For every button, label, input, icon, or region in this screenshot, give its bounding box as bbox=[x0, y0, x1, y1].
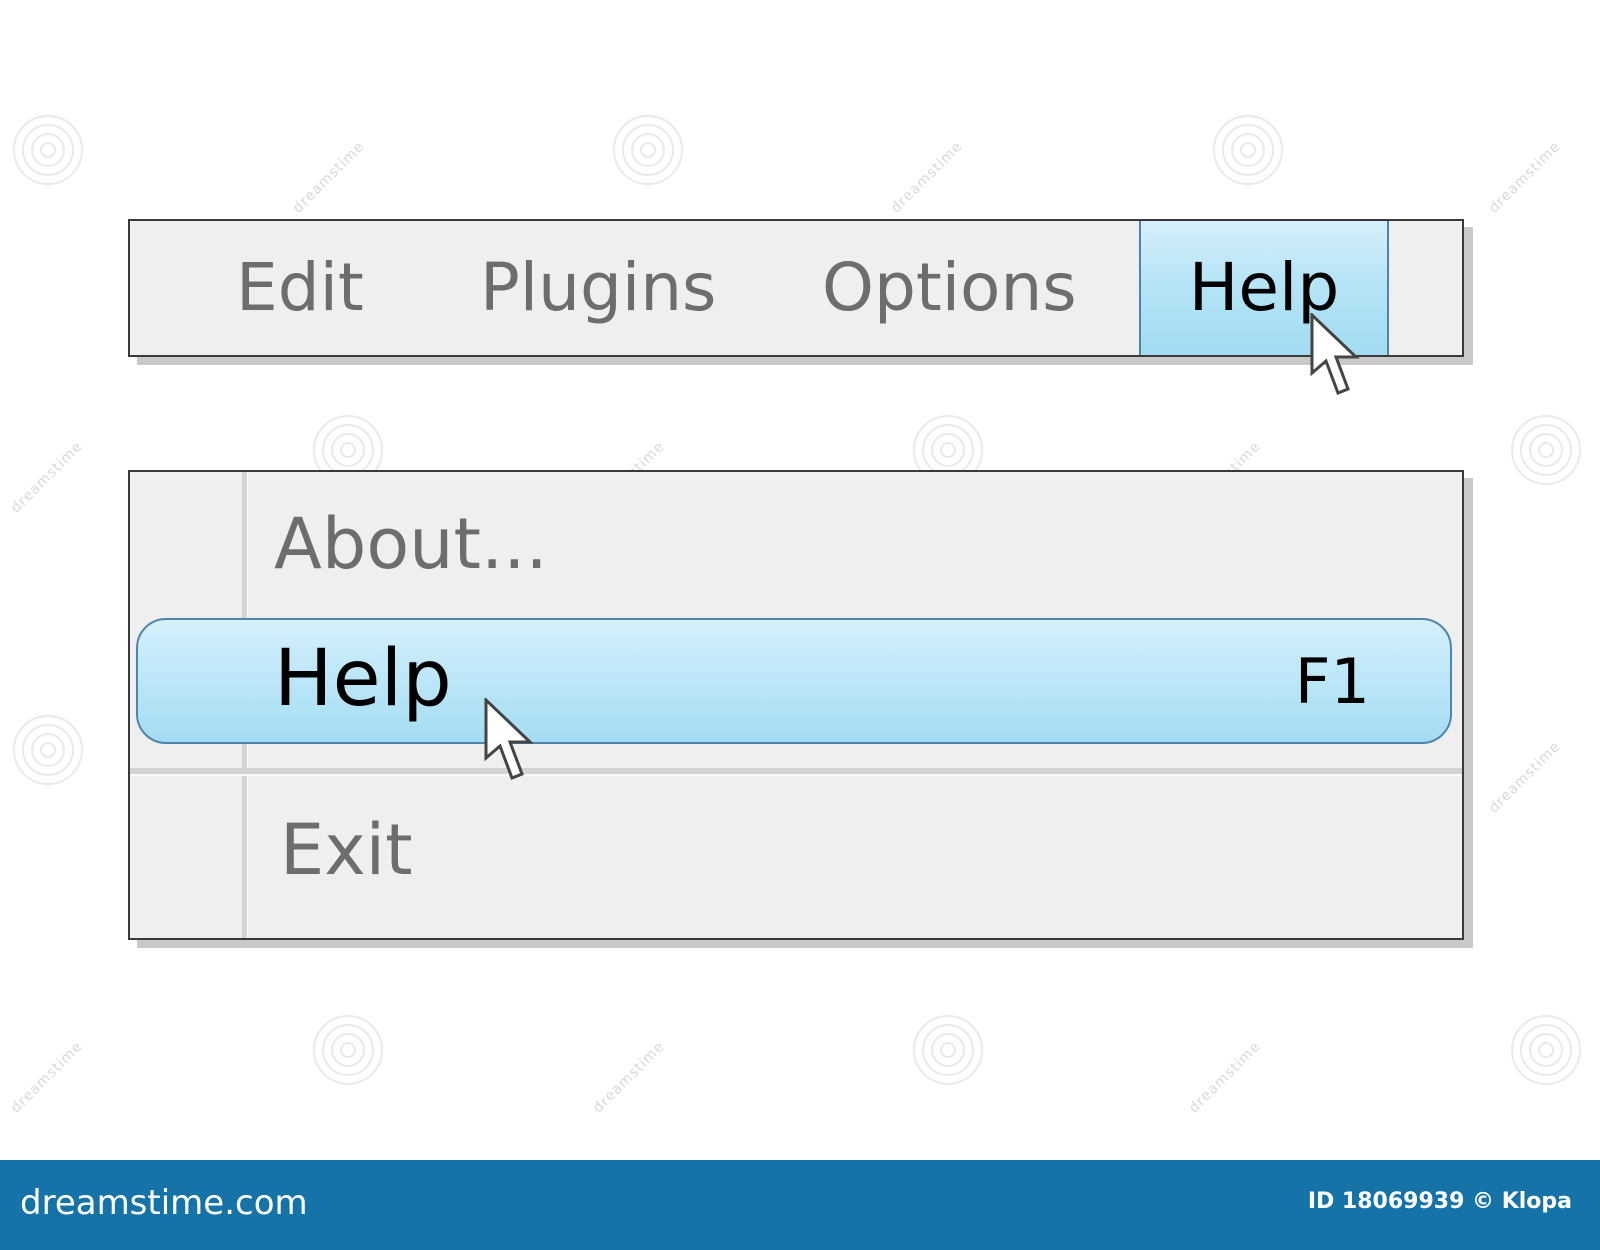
menu-plugins[interactable]: Plugins bbox=[480, 221, 716, 355]
watermark-swirl-icon bbox=[913, 1015, 983, 1085]
watermark-text: dreamstime bbox=[8, 438, 86, 517]
watermark-text: dreamstime bbox=[1486, 738, 1564, 817]
dropdown-menu: About... Help F1 Exit bbox=[128, 470, 1464, 940]
watermark-text: dreamstime bbox=[290, 138, 368, 217]
watermark-text: dreamstime bbox=[888, 138, 966, 217]
stage: dreamstime dreamstime dreamstime dreamst… bbox=[0, 0, 1600, 1250]
menu-separator bbox=[130, 768, 1462, 776]
menu-edit[interactable]: Edit bbox=[236, 221, 364, 355]
watermark-swirl-icon bbox=[1511, 415, 1581, 485]
watermark-text: dreamstime bbox=[1186, 1038, 1264, 1117]
watermark-swirl-icon bbox=[313, 1015, 383, 1085]
cursor-arrow-icon bbox=[1310, 313, 1360, 395]
shortcut-f1: F1 bbox=[1294, 645, 1370, 718]
menu-options[interactable]: Options bbox=[822, 221, 1077, 355]
cursor-arrow-icon bbox=[484, 698, 534, 780]
watermark-text: dreamstime bbox=[8, 1038, 86, 1117]
dropdown-item-help[interactable]: Help bbox=[274, 624, 452, 734]
dropdown-item-exit[interactable]: Exit bbox=[280, 802, 413, 898]
watermark-text: dreamstime bbox=[590, 1038, 668, 1117]
watermark-swirl-icon bbox=[13, 115, 83, 185]
dropdown-item-about[interactable]: About... bbox=[274, 496, 548, 592]
watermark-swirl-icon bbox=[1511, 1015, 1581, 1085]
footer-brand: dreamstime.com bbox=[20, 1183, 308, 1223]
watermark-swirl-icon bbox=[13, 715, 83, 785]
watermark-text: dreamstime bbox=[1486, 138, 1564, 217]
watermark-swirl-icon bbox=[1213, 115, 1283, 185]
footer-bar: dreamstime.com ID 18069939 © Klopa bbox=[0, 1160, 1600, 1250]
watermark-swirl-icon bbox=[613, 115, 683, 185]
footer-image-id: ID 18069939 © Klopa bbox=[1307, 1189, 1572, 1214]
menu-bar: Edit Plugins Options Help bbox=[128, 219, 1464, 357]
